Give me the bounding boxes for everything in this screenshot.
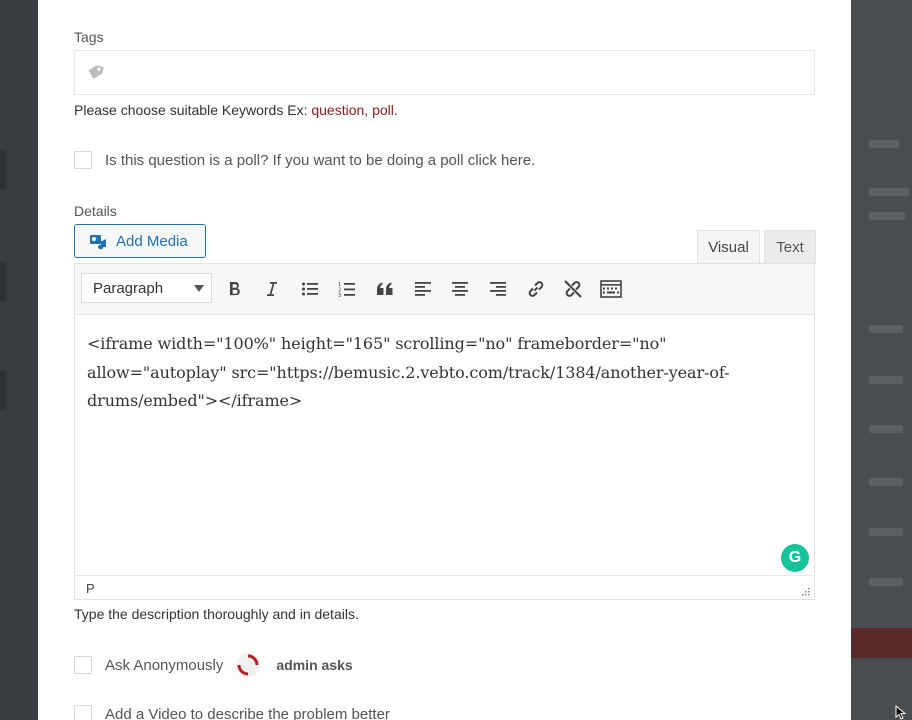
- format-select-value: Paragraph: [93, 279, 164, 297]
- ask-question-modal: Tags Please choose suitable Keywords Ex:…: [38, 0, 851, 720]
- tags-hint-text: Please choose suitable Keywords Ex:: [74, 102, 312, 118]
- ask-anonymously-checkbox[interactable]: [74, 656, 92, 674]
- editor-content[interactable]: <iframe width="100%" height="165" scroll…: [87, 330, 797, 416]
- rich-text-editor: Paragraph 123 <iframe width="100%" heigh…: [74, 263, 815, 600]
- tab-text[interactable]: Text: [764, 230, 816, 264]
- avatar: [236, 653, 261, 677]
- format-select[interactable]: Paragraph: [81, 273, 212, 303]
- background-right: [851, 0, 912, 720]
- editor-toolbar: Paragraph 123: [75, 264, 814, 315]
- add-media-label: Add Media: [116, 232, 188, 250]
- ask-anonymously-option[interactable]: Ask Anonymously admin asks: [74, 652, 353, 678]
- tags-hint-keywords: question, poll: [311, 102, 394, 118]
- tags-label: Tags: [74, 29, 104, 45]
- bullet-list-icon[interactable]: [297, 276, 323, 302]
- add-video-checkbox[interactable]: [74, 705, 92, 720]
- link-icon[interactable]: [523, 276, 549, 302]
- media-icon: [90, 235, 106, 250]
- tab-visual[interactable]: Visual: [697, 230, 760, 264]
- add-video-option[interactable]: Add a Video to describe the problem bett…: [74, 705, 390, 720]
- element-path[interactable]: P: [86, 581, 95, 596]
- background-shape: [869, 478, 903, 486]
- background-shape: [0, 262, 6, 302]
- poll-label[interactable]: Is this question is a poll? If you want …: [105, 152, 535, 169]
- poll-checkbox[interactable]: [74, 151, 92, 169]
- content-line: <iframe width="100%" height="165" scroll…: [87, 334, 667, 353]
- align-right-icon[interactable]: [485, 276, 511, 302]
- add-video-label[interactable]: Add a Video to describe the problem bett…: [105, 706, 390, 720]
- background-shape: [869, 212, 905, 220]
- background-shape: [851, 628, 912, 658]
- tag-icon: [88, 65, 104, 79]
- bold-icon[interactable]: [222, 276, 248, 302]
- italic-icon[interactable]: [259, 276, 285, 302]
- background-shape: [869, 425, 903, 433]
- background-shape: [869, 188, 909, 196]
- poll-option[interactable]: Is this question is a poll? If you want …: [74, 151, 535, 169]
- add-media-button[interactable]: Add Media: [74, 224, 206, 258]
- svg-text:3: 3: [338, 293, 341, 298]
- background-shape: [869, 376, 903, 384]
- align-left-icon[interactable]: [410, 276, 436, 302]
- mouse-cursor-icon: [895, 705, 907, 720]
- content-line: drums/embed"></iframe>: [87, 391, 303, 410]
- background-shape: [869, 528, 903, 536]
- background-shape: [869, 325, 903, 333]
- details-label: Details: [74, 203, 117, 219]
- background-shape: [869, 578, 903, 586]
- content-line: allow="autoplay" src="https://bemusic.2.…: [87, 362, 730, 382]
- author-name: admin asks: [276, 657, 353, 673]
- details-hint: Type the description thoroughly and in d…: [74, 606, 359, 622]
- toolbar-toggle-icon[interactable]: [598, 276, 624, 302]
- tags-hint-suffix: .: [393, 102, 398, 118]
- chevron-down-icon: [194, 285, 204, 292]
- background-shape: [0, 370, 6, 410]
- unlink-icon[interactable]: [560, 276, 586, 302]
- resize-grip-icon[interactable]: [801, 587, 810, 596]
- blockquote-icon[interactable]: [372, 276, 398, 302]
- editor-statusbar: P: [75, 575, 814, 600]
- align-center-icon[interactable]: [447, 276, 473, 302]
- background-left: [0, 0, 38, 720]
- background-shape: [869, 140, 899, 148]
- tags-hint: Please choose suitable Keywords Ex: ques…: [74, 102, 398, 118]
- numbered-list-icon[interactable]: 123: [334, 276, 360, 302]
- ask-anonymously-label[interactable]: Ask Anonymously: [105, 657, 223, 674]
- tags-input[interactable]: [74, 50, 815, 95]
- background-shape: [0, 150, 6, 190]
- grammarly-icon[interactable]: G: [781, 544, 809, 572]
